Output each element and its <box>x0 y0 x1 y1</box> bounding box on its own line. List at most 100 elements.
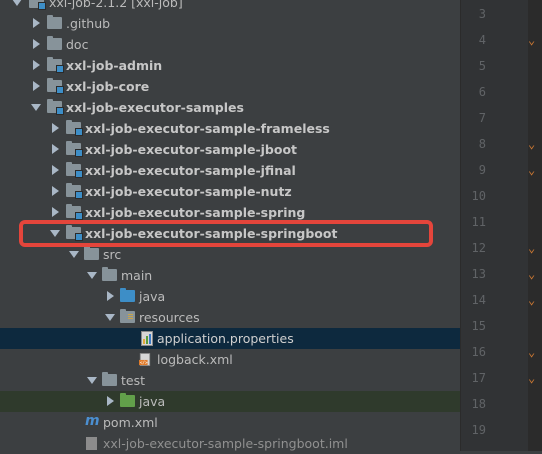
tree-item-label: xxl-job-admin <box>66 58 163 73</box>
test-source-folder-icon <box>120 393 135 407</box>
chevron-right-icon[interactable] <box>52 186 59 196</box>
line-number: 7 <box>478 111 486 125</box>
chevron-down-icon[interactable] <box>87 377 97 384</box>
tree-item-test[interactable]: test <box>0 370 460 391</box>
tree-item-application-properties[interactable]: application.properties <box>0 328 460 349</box>
tree-item-label: src <box>103 247 122 262</box>
tree-item-sample-jfinal[interactable]: xxl-job-executor-sample-jfinal <box>0 160 460 181</box>
tree-item-label: application.properties <box>157 331 294 346</box>
svg-text:</>: </> <box>140 360 148 366</box>
tree-item-label: java <box>139 394 166 409</box>
chevron-right-icon[interactable] <box>33 39 40 49</box>
tree-root[interactable]: xxl-job-2.1.2 [xxl-job] <box>0 0 460 13</box>
tree-item-sample-frameless[interactable]: xxl-job-executor-sample-frameless <box>0 118 460 139</box>
line-number: 4 <box>478 33 486 47</box>
line-number: 18 <box>471 397 486 411</box>
folder-icon <box>102 267 117 281</box>
chevron-right-icon[interactable] <box>33 18 40 28</box>
project-tree: xxl-job-2.1.2 [xxl-job] .github doc xxl-… <box>0 0 460 451</box>
chevron-right-icon[interactable] <box>33 60 40 70</box>
highlight-box <box>19 220 433 247</box>
folder-icon <box>84 246 99 260</box>
chevron-right-icon[interactable] <box>52 144 59 154</box>
module-folder-icon <box>47 57 64 73</box>
tree-item-xxl-job-core[interactable]: xxl-job-core <box>0 76 460 97</box>
tree-item-label: xxl-job-core <box>66 79 150 94</box>
line-number: 3 <box>478 7 486 21</box>
line-number: 17 <box>471 371 486 385</box>
tree-item-pom-xml[interactable]: m pom.xml <box>0 412 460 433</box>
line-number: 14 <box>471 293 486 307</box>
chevron-right-icon[interactable] <box>52 123 59 133</box>
chevron-down-icon[interactable] <box>12 0 22 6</box>
tree-item-label: resources <box>139 310 200 325</box>
chevron-right-icon[interactable] <box>52 165 59 175</box>
tree-item-executor-samples[interactable]: xxl-job-executor-samples <box>0 97 460 118</box>
fold-marker-icon[interactable]: ⌄ <box>528 241 535 255</box>
tree-root-label: xxl-job-2.1.2 [xxl-job] <box>49 0 183 10</box>
tree-item-sample-jboot[interactable]: xxl-job-executor-sample-jboot <box>0 139 460 160</box>
fold-marker-icon[interactable]: ⌄ <box>528 345 535 359</box>
tree-item-label: main <box>121 268 153 283</box>
line-number: 15 <box>471 319 486 333</box>
line-number: 12 <box>471 241 486 255</box>
module-folder-icon <box>47 99 64 115</box>
fold-marker-icon[interactable]: ⌄ <box>528 267 535 281</box>
tree-item-label: xxl-job-executor-sample-frameless <box>85 121 330 136</box>
tree-item-xxl-job-admin[interactable]: xxl-job-admin <box>0 55 460 76</box>
chevron-down-icon[interactable] <box>31 104 41 111</box>
module-folder-icon <box>66 162 83 178</box>
fold-marker-icon[interactable]: ⌄ <box>528 371 535 385</box>
source-folder-icon <box>120 288 135 302</box>
line-number: 11 <box>471 215 486 229</box>
module-folder-icon <box>66 204 83 220</box>
module-folder-icon <box>66 141 83 157</box>
tree-item-main[interactable]: main <box>0 265 460 286</box>
tree-item-logback-xml[interactable]: </> logback.xml <box>0 349 460 370</box>
tree-item-label: xxl-job-executor-sample-nutz <box>85 184 292 199</box>
tree-item-label: logback.xml <box>157 352 233 367</box>
tree-item-java-main[interactable]: java <box>0 286 460 307</box>
fold-marker-icon[interactable]: ⌄ <box>528 163 535 177</box>
iml-file-icon <box>86 437 97 450</box>
chevron-down-icon[interactable] <box>105 314 115 321</box>
tree-item-label: xxl-job-executor-samples <box>66 100 244 115</box>
fold-marker-icon[interactable]: ⌄ <box>528 293 535 307</box>
chevron-right-icon[interactable] <box>107 396 114 406</box>
module-folder-icon <box>47 78 64 94</box>
tree-item-label: xxl-job-executor-sample-jfinal <box>85 163 296 178</box>
line-number: 13 <box>471 267 486 281</box>
tree-item-src[interactable]: src <box>0 244 460 265</box>
line-number: 10 <box>471 189 486 203</box>
folder-icon <box>102 372 117 386</box>
tree-item-label: xxl-job-executor-sample-springboot.iml <box>103 436 348 451</box>
resources-folder-icon <box>120 309 135 323</box>
xml-file-icon: </> <box>139 353 151 366</box>
tree-item-resources[interactable]: resources <box>0 307 460 328</box>
tree-item-label: doc <box>66 37 89 52</box>
tree-item-java-test[interactable]: java <box>0 391 460 412</box>
tree-item-doc[interactable]: doc <box>0 34 460 55</box>
tree-item-label: xxl-job-executor-sample-jboot <box>85 142 298 157</box>
chevron-right-icon[interactable] <box>107 291 114 301</box>
module-folder-icon <box>29 0 46 10</box>
fold-marker-icon[interactable]: ⌄ <box>528 137 535 151</box>
chevron-right-icon[interactable] <box>52 207 59 217</box>
tree-item-label: xxl-job-executor-sample-spring <box>85 205 306 220</box>
chevron-down-icon[interactable] <box>69 251 79 258</box>
folder-icon <box>47 36 62 50</box>
module-folder-icon <box>66 120 83 136</box>
line-number: 6 <box>478 85 486 99</box>
chevron-right-icon[interactable] <box>33 81 40 91</box>
line-number: 9 <box>478 163 486 177</box>
line-number: 19 <box>471 423 486 437</box>
tree-item-sample-nutz[interactable]: xxl-job-executor-sample-nutz <box>0 181 460 202</box>
tree-item-label: test <box>121 373 146 388</box>
tree-item-github[interactable]: .github <box>0 13 460 34</box>
tree-item-label: java <box>139 289 166 304</box>
chevron-down-icon[interactable] <box>87 272 97 279</box>
tree-item-label: pom.xml <box>103 415 158 430</box>
properties-file-icon <box>141 331 153 346</box>
line-number: 5 <box>478 59 486 73</box>
fold-marker-icon[interactable]: ⌄ <box>528 33 535 47</box>
